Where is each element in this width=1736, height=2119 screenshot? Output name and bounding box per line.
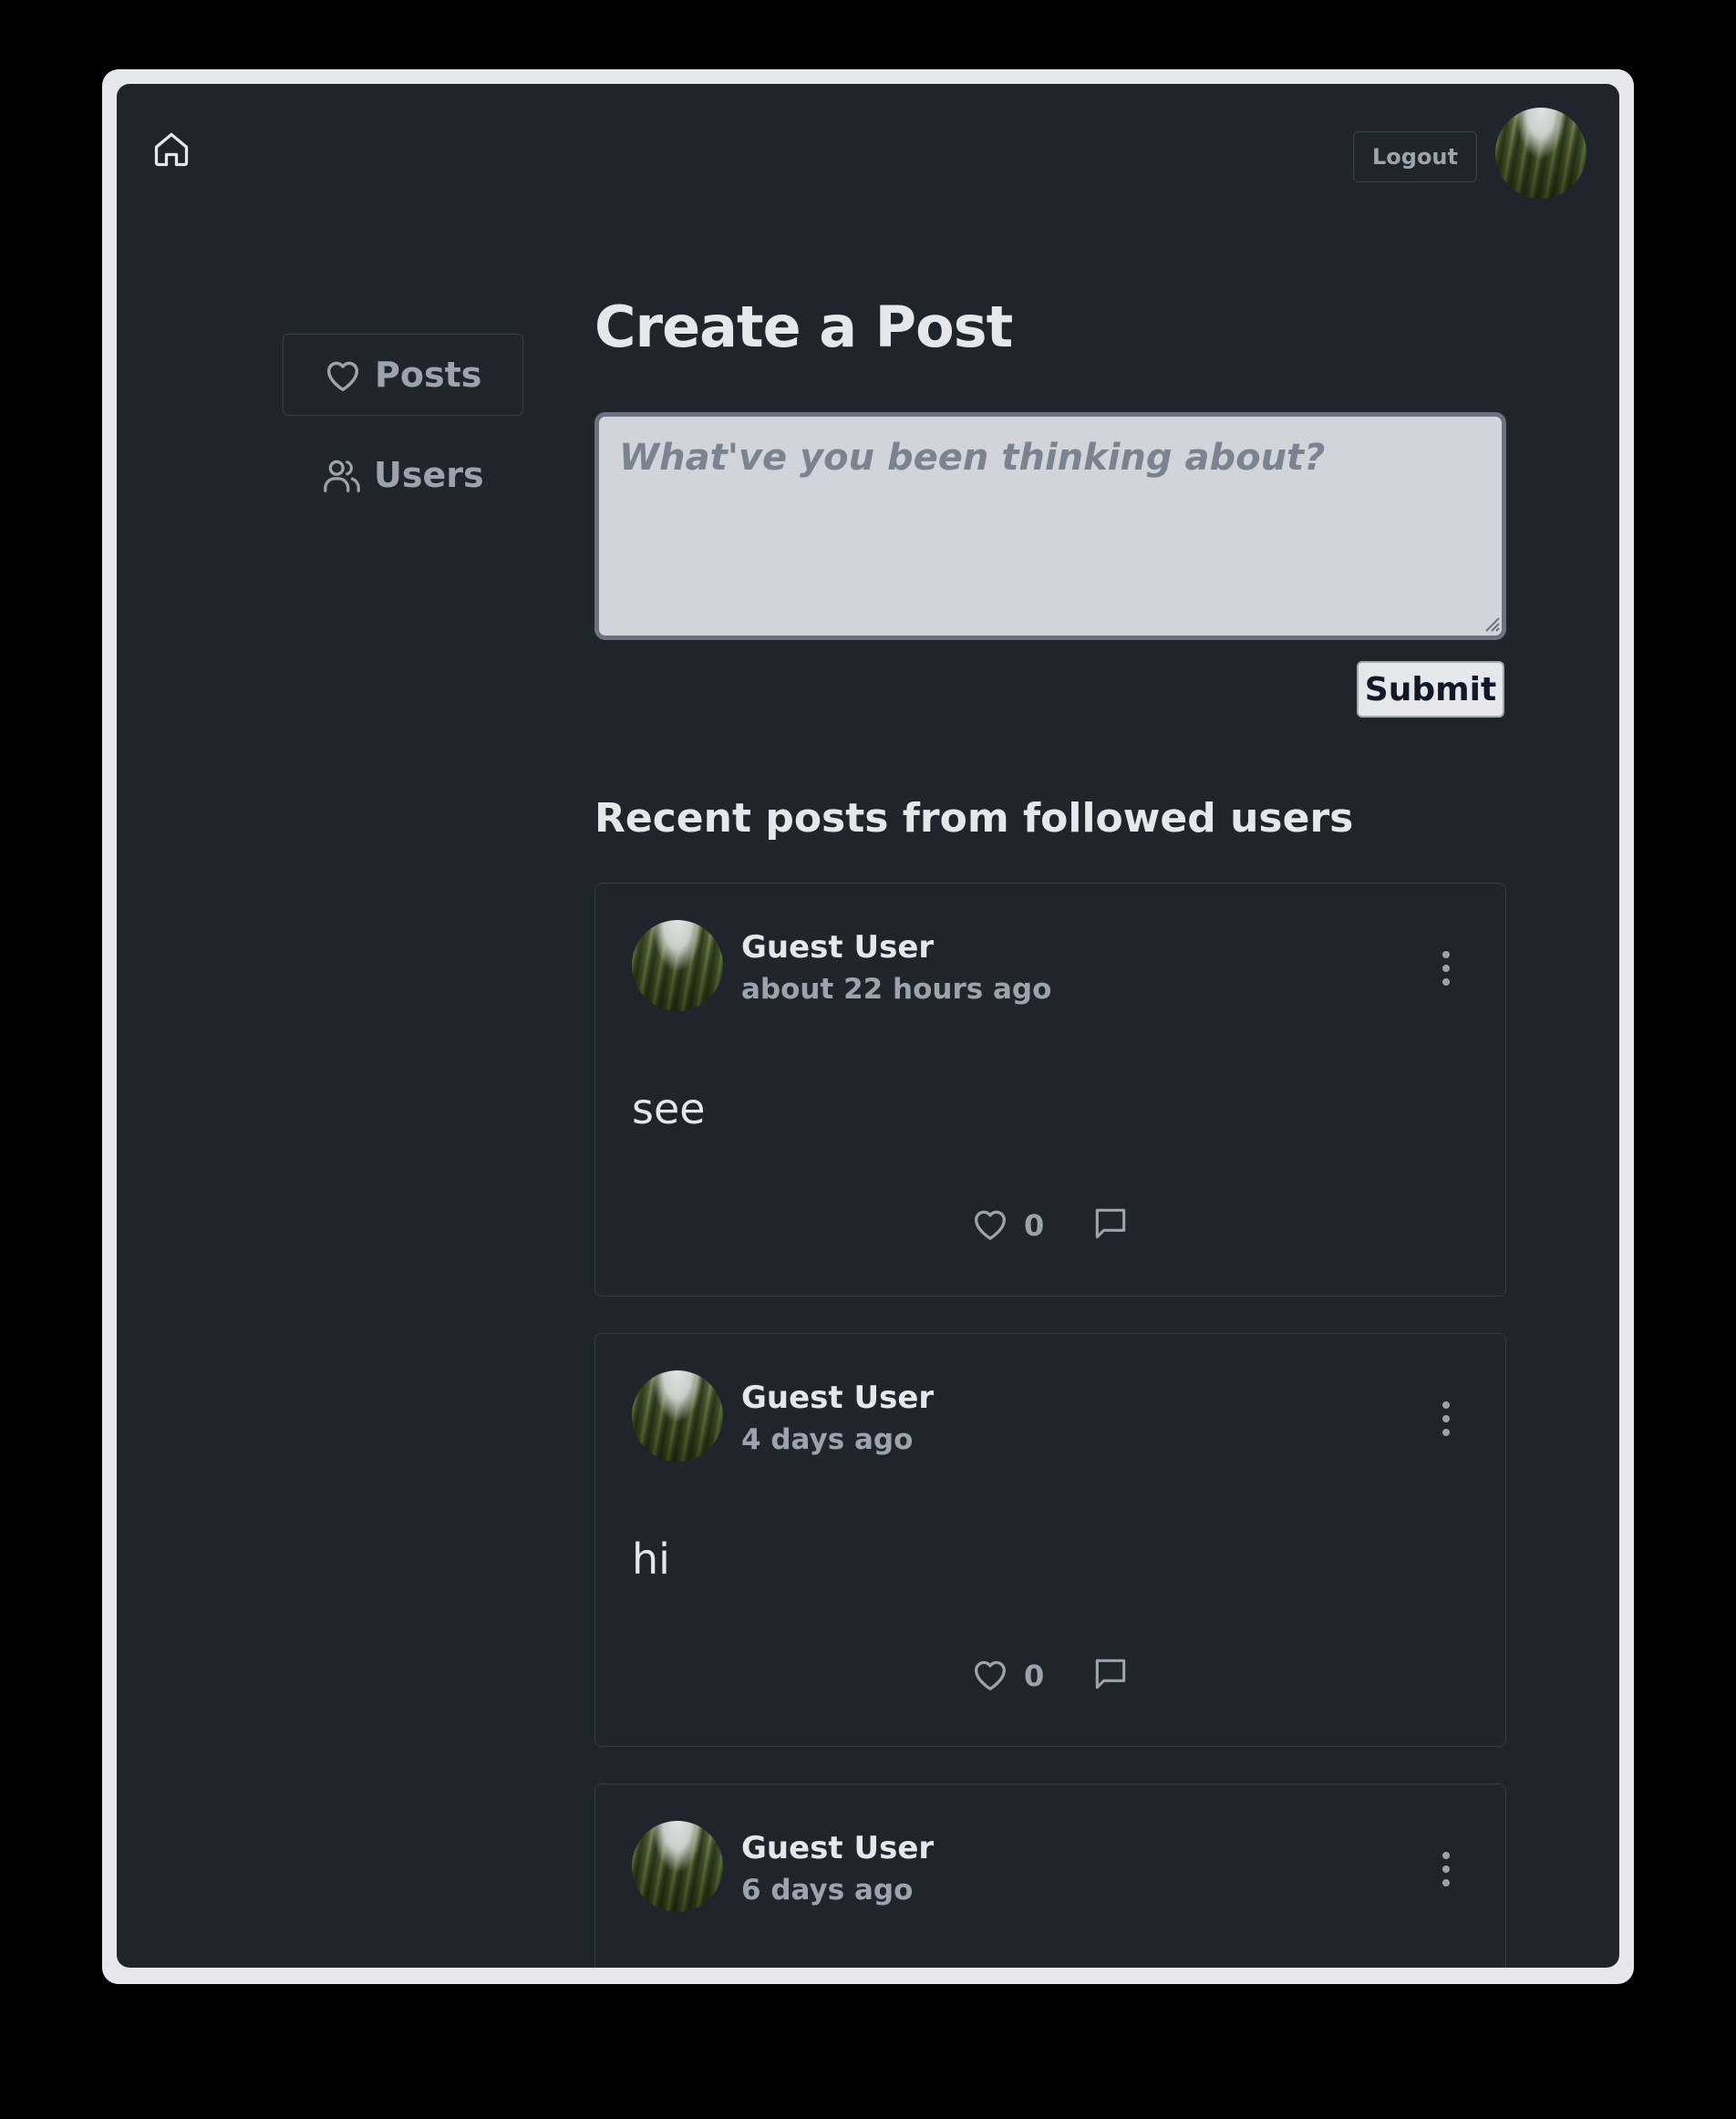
home-button[interactable] (150, 129, 193, 173)
like-count: 0 (1024, 1659, 1045, 1693)
page-title: Create a Post (594, 294, 1013, 360)
submit-button[interactable]: Submit (1357, 661, 1504, 718)
sidebar-item-label: Posts (375, 355, 482, 395)
more-vertical-icon (1442, 1851, 1451, 1891)
like-button[interactable]: 0 (969, 1203, 1044, 1248)
post-timestamp: 4 days ago (741, 1423, 914, 1456)
post-card: Guest User 6 days ago 0 (594, 1783, 1506, 1968)
app-window: Logout Posts Users Create a Post Submit … (117, 84, 1619, 1968)
post-author[interactable]: Guest User (741, 929, 934, 966)
comment-icon (1090, 1654, 1131, 1698)
resize-handle-icon[interactable] (1481, 613, 1501, 633)
logout-button[interactable]: Logout (1353, 131, 1477, 182)
user-avatar[interactable] (1495, 108, 1586, 199)
post-card: Guest User 4 days ago hi 0 (594, 1333, 1506, 1747)
post-menu-button[interactable] (1432, 1398, 1460, 1443)
post-body: hi (632, 1535, 670, 1584)
post-menu-button[interactable] (1432, 1848, 1460, 1894)
post-timestamp: 6 days ago (741, 1874, 914, 1907)
feed-heading: Recent posts from followed users (594, 795, 1354, 842)
sidebar-item-label: Users (374, 455, 484, 495)
post-timestamp: about 22 hours ago (741, 973, 1052, 1006)
home-icon (151, 129, 191, 173)
post-menu-button[interactable] (1432, 947, 1460, 993)
heart-icon (969, 1203, 1011, 1248)
post-composer-input[interactable] (594, 412, 1506, 640)
post-body: see (632, 1084, 706, 1133)
more-vertical-icon (1442, 1401, 1451, 1441)
author-avatar[interactable] (632, 920, 723, 1011)
post-author[interactable]: Guest User (741, 1380, 934, 1416)
post-card: Guest User about 22 hours ago see 0 (594, 883, 1506, 1297)
more-vertical-icon (1442, 950, 1451, 990)
comment-icon (1090, 1204, 1131, 1247)
author-avatar[interactable] (632, 1821, 723, 1912)
sidebar-item-posts[interactable]: Posts (283, 334, 523, 416)
like-button[interactable]: 0 (969, 1653, 1044, 1699)
like-count: 0 (1024, 1208, 1045, 1243)
sidebar-item-users[interactable]: Users (283, 434, 523, 516)
heart-icon (969, 1653, 1011, 1699)
comment-button[interactable] (1088, 1203, 1133, 1248)
heart-icon (322, 354, 364, 396)
users-icon (321, 454, 363, 496)
post-author[interactable]: Guest User (741, 1830, 934, 1866)
author-avatar[interactable] (632, 1370, 723, 1462)
comment-button[interactable] (1088, 1653, 1133, 1699)
